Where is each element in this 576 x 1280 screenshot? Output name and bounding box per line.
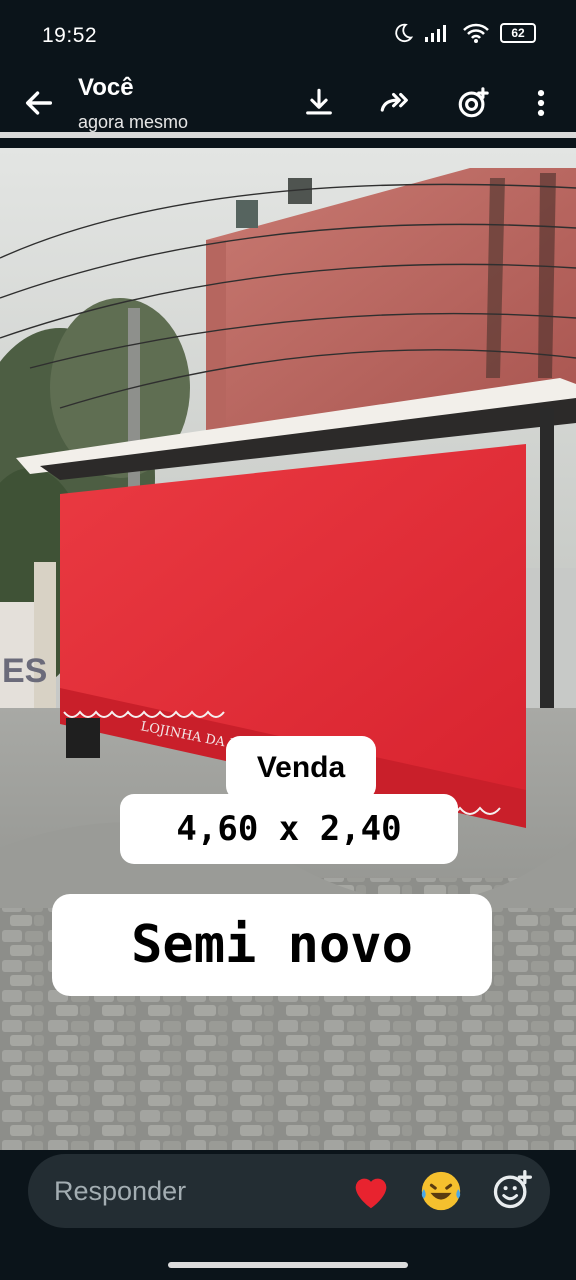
download-icon[interactable] — [302, 86, 336, 120]
reply-input[interactable]: Responder — [54, 1176, 186, 1207]
battery-level: 62 — [511, 26, 525, 40]
signal-icon — [425, 25, 446, 42]
status-timestamp: agora mesmo — [78, 112, 189, 132]
moon-icon — [395, 23, 414, 43]
forward-icon[interactable] — [378, 86, 412, 120]
reply-bar[interactable]: Responder — [28, 1154, 550, 1228]
wall-graffiti: ES — [2, 652, 47, 690]
laughing-tears-emoji[interactable] — [418, 1168, 464, 1214]
status-progress-bar — [0, 132, 576, 138]
more-vert-icon[interactable] — [524, 86, 558, 120]
status-time: 19:52 — [42, 24, 98, 47]
status-progress-fill — [0, 132, 576, 138]
caption-venda: Venda — [226, 736, 376, 800]
battery-icon: 62 — [500, 23, 536, 43]
add-reaction-icon[interactable] — [490, 1168, 534, 1212]
back-arrow-icon[interactable] — [22, 86, 56, 120]
home-indicator — [168, 1262, 408, 1268]
heart-emoji[interactable] — [348, 1168, 394, 1214]
status-icons: 62 — [392, 22, 536, 44]
wifi-icon — [463, 23, 489, 43]
status-owner-name: Você — [78, 74, 134, 101]
caption-dimensions: 4,60 x 2,40 — [120, 794, 458, 864]
awning-photo: ES LOJINHA DA RAQUEL — [0, 148, 576, 1150]
caption-condition: Semi novo — [52, 894, 492, 996]
add-status-icon[interactable] — [456, 86, 490, 120]
status-viewer-header: Você agora mesmo — [0, 72, 576, 132]
status-bar: 19:52 62 — [0, 0, 576, 72]
status-photo[interactable]: ES LOJINHA DA RAQUEL — [0, 148, 576, 1150]
